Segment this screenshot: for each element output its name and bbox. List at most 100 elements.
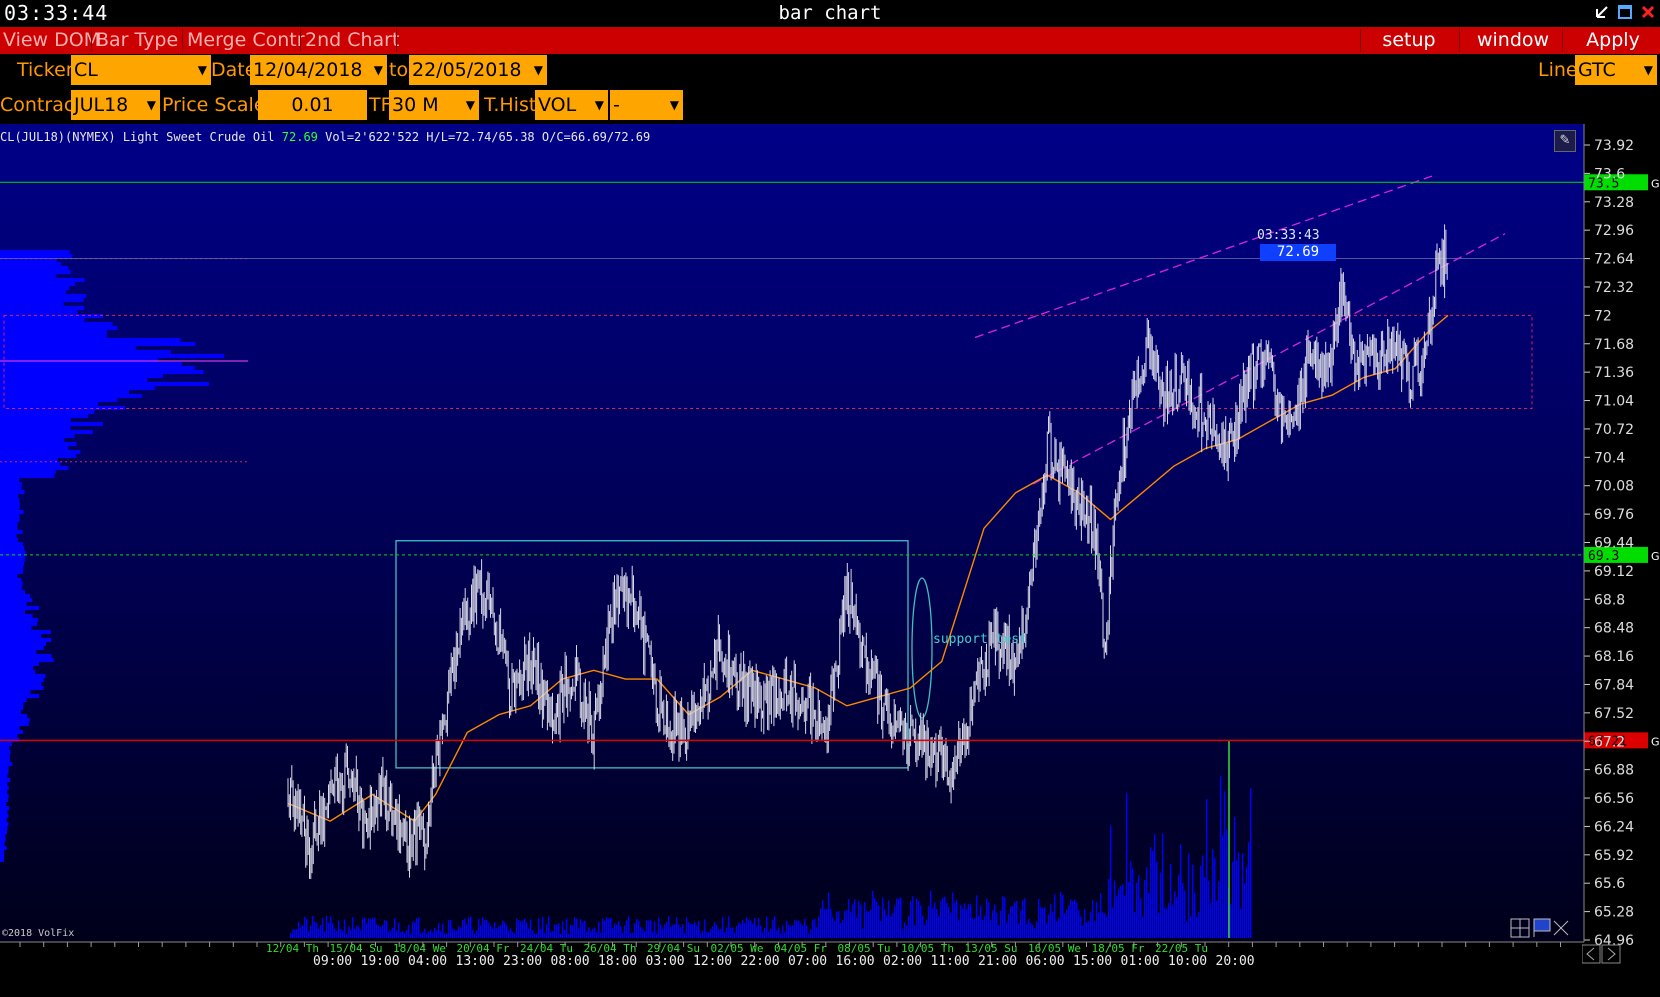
volume-bar — [1048, 914, 1050, 938]
volume-bar — [510, 928, 512, 938]
volume-bar — [1098, 912, 1100, 938]
volume-bar — [814, 918, 816, 938]
profile-bar — [0, 786, 9, 790]
profile-bar — [0, 834, 6, 838]
volume-bar — [632, 932, 634, 938]
chart-overlays — [0, 175, 1584, 769]
menu-2nd-chart[interactable]: 2nd Chart — [302, 27, 402, 54]
profile-bar — [0, 810, 8, 814]
profile-bar — [0, 446, 69, 450]
price-scale-input[interactable]: 0.01 — [258, 90, 367, 120]
volume-bar — [1102, 912, 1104, 938]
level-tag-label: 69.3 — [1588, 549, 1619, 564]
volume-bar — [448, 919, 450, 938]
window-button[interactable]: window — [1461, 27, 1565, 54]
volume-bar — [1072, 901, 1074, 938]
pencil-icon[interactable]: ✎ — [1554, 130, 1576, 152]
volume-bar — [1040, 907, 1042, 938]
profile-bar — [0, 494, 19, 498]
volume-bar — [548, 916, 550, 938]
expand-icon[interactable] — [1553, 920, 1569, 936]
volume-bar — [488, 922, 490, 938]
volume-bar — [836, 911, 838, 938]
volume-bar — [1012, 905, 1014, 938]
profile-bar — [0, 338, 181, 342]
ticker-select[interactable]: CL ▼ — [71, 55, 211, 85]
profile-bar — [0, 362, 182, 366]
scroll-right-button[interactable] — [1601, 944, 1621, 964]
volume-bar — [324, 931, 326, 938]
volume-bar — [1180, 844, 1182, 938]
volume-bar — [924, 924, 926, 938]
profile-bar — [0, 414, 89, 418]
menu-merge-contr[interactable]: Merge Contr — [184, 27, 308, 54]
volume-bar — [848, 899, 850, 938]
volume-bar — [590, 930, 592, 938]
profile-bar — [0, 618, 38, 622]
volume-bar — [496, 928, 498, 938]
volume-bar — [1188, 853, 1190, 938]
volume-bar — [598, 921, 600, 938]
volume-bar — [1078, 910, 1080, 938]
tf-value: 30 M — [392, 94, 439, 116]
tf-select[interactable]: 30 M ▼ — [389, 90, 479, 120]
volume-bar — [1248, 842, 1250, 938]
volume-bar — [1170, 863, 1172, 938]
profile-bar — [0, 270, 71, 274]
volume-bar — [1152, 850, 1154, 938]
menu-bar-type[interactable]: Bar Type — [93, 27, 181, 54]
line-select[interactable]: GTC ▼ — [1575, 55, 1657, 85]
volume-bar — [1112, 907, 1114, 938]
thist-select[interactable]: VOL ▼ — [535, 90, 608, 120]
extra-select[interactable]: - ▼ — [610, 90, 683, 120]
volume-bar — [660, 924, 662, 938]
volume-bar — [416, 918, 418, 938]
scroll-left-button[interactable] — [1582, 944, 1601, 964]
grid-icon[interactable] — [1510, 918, 1530, 938]
menu-view-dom[interactable]: View DOM — [0, 27, 103, 54]
volume-bar — [678, 924, 680, 938]
volume-bar — [566, 918, 568, 938]
y-tick-label: 73.28 — [1594, 195, 1634, 211]
date-to-select[interactable]: 22/05/2018 ▼ — [409, 55, 547, 85]
profile-bar — [0, 370, 204, 374]
volume-bar — [770, 928, 772, 938]
volume-bar — [976, 895, 978, 938]
profile-bar — [0, 450, 81, 454]
volume-bar — [808, 933, 810, 938]
flag-icon[interactable] — [1533, 918, 1551, 937]
close-icon[interactable] — [1640, 4, 1656, 20]
volume-bar — [396, 930, 398, 938]
moving-average — [287, 314, 1449, 823]
contract-select[interactable]: JUL18 ▼ — [71, 90, 160, 120]
volume-bar — [1006, 922, 1008, 938]
y-tick-label: 71.68 — [1594, 337, 1634, 353]
volume-bar — [500, 925, 502, 938]
volume-bar — [862, 928, 864, 938]
profile-bar — [0, 566, 24, 570]
volume-bar — [612, 927, 614, 938]
volume-bar — [1166, 908, 1168, 938]
apply-button[interactable]: Apply — [1564, 27, 1660, 54]
profile-bar — [0, 542, 23, 546]
maximize-icon[interactable] — [1617, 4, 1633, 20]
volume-bar — [872, 890, 874, 938]
volume-bar — [752, 923, 754, 938]
volume-bar — [944, 896, 946, 938]
minimize-icon[interactable] — [1594, 4, 1610, 20]
volume-bar — [810, 929, 812, 938]
profile-bar — [0, 806, 9, 810]
profile-bar — [0, 622, 37, 626]
volume-bar — [746, 917, 748, 938]
volume-bar — [380, 927, 382, 938]
volume-bar — [634, 923, 636, 938]
profile-bar — [0, 330, 107, 334]
setup-button[interactable]: setup — [1362, 27, 1456, 54]
x-time-label: 23:00 — [503, 954, 542, 969]
date-from-value: 12/04/2018 — [253, 59, 363, 81]
volume-bar — [990, 920, 992, 938]
volume-bar — [1200, 865, 1202, 938]
date-from-select[interactable]: 12/04/2018 ▼ — [250, 55, 387, 85]
profile-bar — [0, 738, 20, 742]
volume-bar — [532, 930, 534, 938]
